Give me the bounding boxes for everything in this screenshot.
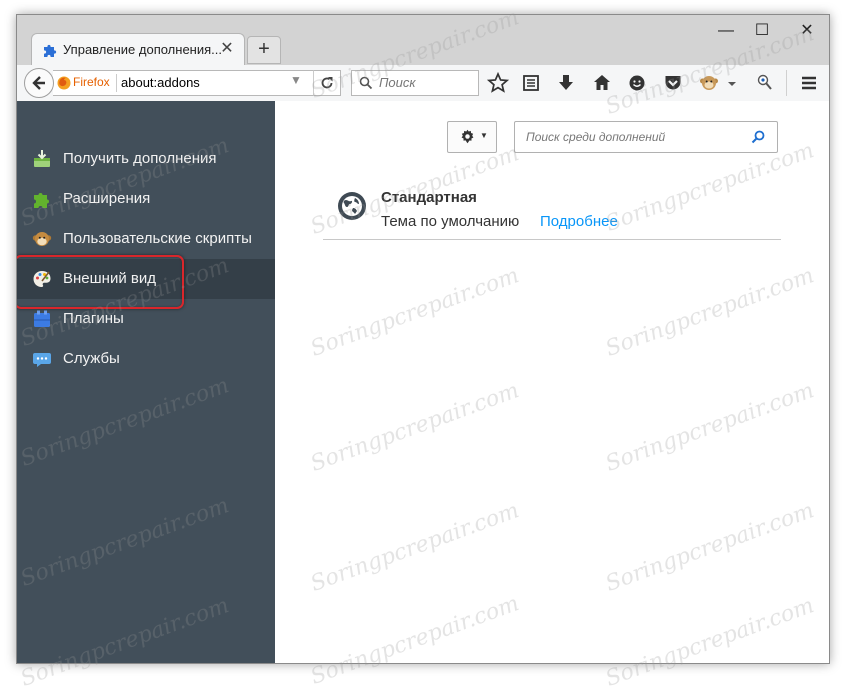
categories-sidebar: Получить дополнения Расширения Пользоват… [17, 101, 275, 663]
pocket-icon[interactable] [662, 72, 684, 94]
sidebar-item-get-addons[interactable]: Получить дополнения [17, 139, 275, 179]
web-search-field[interactable]: Поиск [351, 70, 479, 96]
more-link[interactable]: Подробнее [540, 213, 618, 230]
sidebar-item-label: Плагины [63, 310, 124, 327]
back-arrow-icon [32, 76, 45, 90]
reload-icon [321, 77, 333, 89]
default-theme-icon [338, 192, 366, 220]
hamburger-menu-icon[interactable] [798, 72, 820, 94]
theme-description: Тема по умолчанию [381, 213, 520, 230]
maximize-button[interactable]: ☐ [742, 19, 782, 43]
reading-list-icon[interactable] [520, 72, 542, 94]
url-bar[interactable]: Firefox about:addons ▼ [53, 70, 340, 96]
puzzle-icon [44, 44, 57, 57]
theme-list-item[interactable]: Стандартная Тема по умолчанию Подробнее [323, 183, 781, 240]
home-icon[interactable] [591, 72, 613, 94]
sidebar-item-services[interactable]: Службы [17, 339, 275, 379]
firefox-icon [57, 76, 71, 90]
get-addons-icon [34, 150, 50, 167]
sidebar-item-label: Получить дополнения [63, 150, 217, 167]
tab-title: Управление дополнения... [63, 42, 222, 57]
url-history-dropdown-icon[interactable]: ▼ [290, 73, 302, 87]
tools-gear-button[interactable]: ▼ [447, 121, 497, 153]
toolbar-separator [786, 70, 787, 96]
navigation-toolbar: Firefox about:addons ▼ Поиск [17, 65, 829, 102]
search-icon[interactable] [751, 130, 765, 144]
close-tab-icon[interactable]: ✕ [217, 39, 237, 59]
menu-dropdown-icon[interactable] [725, 72, 739, 94]
search-icon [359, 76, 373, 90]
pin-addon-icon[interactable] [754, 72, 776, 94]
web-search-placeholder: Поиск [379, 75, 416, 90]
monkey-icon [32, 232, 52, 246]
sidebar-item-extensions[interactable]: Расширения [17, 179, 275, 219]
selection-highlight-frame [17, 255, 184, 309]
addons-search-placeholder: Поиск среди дополнений [526, 130, 666, 144]
url-separator [116, 74, 117, 92]
sidebar-item-user-scripts[interactable]: Пользовательские скрипты [17, 219, 275, 259]
minimize-button[interactable]: — [706, 19, 746, 43]
theme-name: Стандартная [381, 189, 477, 206]
title-bar: Управление дополнения... ✕ + — ☐ ✕ [17, 15, 829, 66]
identity-label: Firefox [73, 75, 110, 89]
browser-window: Управление дополнения... ✕ + — ☐ ✕ Firef… [16, 14, 830, 664]
addons-search-input[interactable]: Поиск среди дополнений [514, 121, 778, 153]
new-tab-button[interactable]: + [247, 36, 281, 64]
plugin-icon [34, 310, 50, 327]
monkey-addon-icon[interactable] [698, 72, 720, 94]
addons-manager-page: Получить дополнения Расширения Пользоват… [17, 101, 829, 663]
bookmark-star-icon[interactable] [487, 72, 509, 94]
reload-button[interactable] [313, 70, 341, 96]
smiley-icon[interactable] [626, 72, 648, 94]
back-button[interactable] [24, 68, 54, 98]
sidebar-item-label: Пользовательские скрипты [63, 230, 252, 247]
sidebar-item-label: Службы [63, 350, 120, 367]
puzzle-icon [34, 193, 49, 208]
close-window-button[interactable]: ✕ [787, 19, 827, 43]
gear-dropdown-icon: ▼ [480, 131, 488, 140]
tab-addons-manager[interactable]: Управление дополнения... ✕ [31, 33, 245, 66]
gear-icon [461, 129, 474, 144]
download-icon[interactable] [555, 72, 577, 94]
services-icon [33, 353, 51, 367]
url-text[interactable]: about:addons [121, 75, 200, 90]
sidebar-item-label: Расширения [63, 190, 151, 207]
